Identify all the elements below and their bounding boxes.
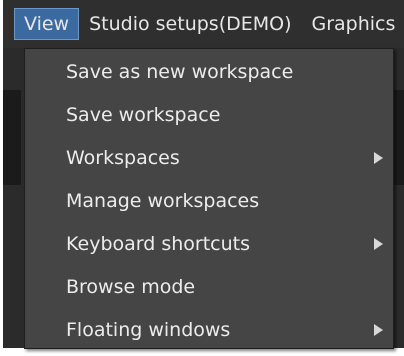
chevron-right-icon <box>374 323 383 336</box>
screenshot-frame: View Studio setups(DEMO) Graphics Save a… <box>0 0 404 356</box>
chevron-right-icon <box>374 151 383 164</box>
menu-item-browse-mode[interactable]: Browse mode <box>25 265 393 308</box>
menu-item-manage-workspaces[interactable]: Manage workspaces <box>25 179 393 222</box>
menubar-item-label: Studio setups(DEMO) <box>89 13 292 35</box>
menu-item-floating-windows[interactable]: Floating windows <box>25 308 393 351</box>
menu-item-label: Floating windows <box>66 318 231 341</box>
menu-item-label: Save as new workspace <box>66 60 294 83</box>
view-menu-list: Save as new workspace Save workspace Wor… <box>25 49 393 351</box>
menu-item-save-workspace[interactable]: Save workspace <box>25 93 393 136</box>
menu-item-save-as-new-workspace[interactable]: Save as new workspace <box>25 50 393 93</box>
menu-bar: View Studio setups(DEMO) Graphics <box>3 0 404 48</box>
menubar-item-view[interactable]: View <box>14 8 80 40</box>
menu-item-label: Browse mode <box>66 275 196 298</box>
view-menu-dropdown: Save as new workspace Save workspace Wor… <box>24 48 394 349</box>
menubar-item-label: View <box>24 13 70 35</box>
menu-item-workspaces[interactable]: Workspaces <box>25 136 393 179</box>
menubar-item-studio-setups[interactable]: Studio setups(DEMO) <box>79 8 301 40</box>
menu-item-label: Keyboard shortcuts <box>66 232 251 255</box>
menu-item-label: Workspaces <box>66 146 180 169</box>
menubar-item-label: Graphics <box>311 13 396 35</box>
background-panel <box>3 90 21 185</box>
menubar-item-graphics[interactable]: Graphics <box>302 8 404 40</box>
menu-item-label: Save workspace <box>66 103 221 126</box>
menu-item-label: Manage workspaces <box>66 189 260 212</box>
menu-item-keyboard-shortcuts[interactable]: Keyboard shortcuts <box>25 222 393 265</box>
chevron-right-icon <box>374 237 383 250</box>
